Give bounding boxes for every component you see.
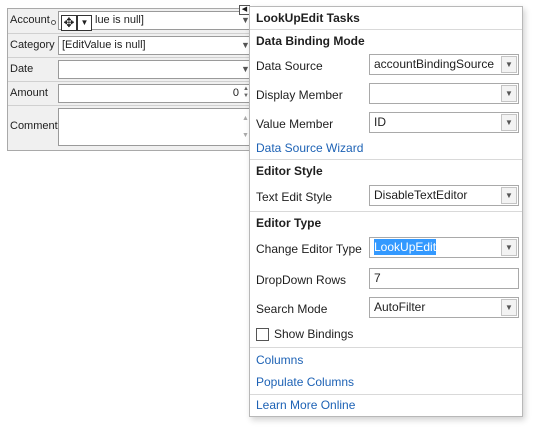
field-row-account: Account lue is null] ▼ <box>8 9 260 33</box>
designer-form: Account lue is null] ▼ Category [EditVal… <box>7 8 260 152</box>
section-data-binding-mode: Data Binding Mode <box>256 34 365 48</box>
lookupedit-tasks-panel: LookUpEdit Tasks Data Binding Mode Data … <box>249 6 523 417</box>
comment-label: Comment <box>10 120 58 132</box>
field-row-category: Category [EditValue is null] ▼ <box>8 33 260 57</box>
divider <box>250 211 522 212</box>
category-value: [EditValue is null] <box>62 39 146 51</box>
change-editor-type-combo[interactable]: LookUpEdit ▼ <box>369 237 519 258</box>
value-member-label: Value Member <box>256 117 334 131</box>
chevron-down-icon[interactable]: ▼ <box>501 85 517 102</box>
section-editor-type: Editor Type <box>256 216 322 230</box>
search-mode-value: AutoFilter <box>374 300 426 314</box>
search-mode-combo[interactable]: AutoFilter ▼ <box>369 297 519 318</box>
category-lookup-edit[interactable]: [EditValue is null] ▼ <box>58 36 253 55</box>
populate-columns-link[interactable]: Populate Columns <box>256 375 354 389</box>
dropdown-rows-label: DropDown Rows <box>256 273 347 287</box>
category-label: Category <box>10 39 55 51</box>
show-bindings-checkbox[interactable] <box>256 328 269 341</box>
text-edit-style-value: DisableTextEditor <box>374 188 468 202</box>
smart-tag-arrow-icon[interactable]: ▼ <box>77 15 92 31</box>
chevron-down-icon[interactable]: ▼ <box>501 114 517 131</box>
data-source-value: accountBindingSource <box>374 57 495 71</box>
text-edit-style-label: Text Edit Style <box>256 190 333 204</box>
show-bindings-label: Show Bindings <box>274 327 354 341</box>
field-row-date: Date ▼ <box>8 57 260 81</box>
section-editor-style: Editor Style <box>256 164 323 178</box>
dropdown-rows-input[interactable]: 7 <box>369 268 519 289</box>
value-member-value: ID <box>374 115 386 129</box>
display-member-label: Display Member <box>256 88 343 102</box>
amount-label: Amount <box>10 87 48 99</box>
display-member-combo[interactable]: ▼ <box>369 83 519 104</box>
amount-spin-edit[interactable]: 0 ▲ ▼ <box>58 84 253 103</box>
panel-title: LookUpEdit Tasks <box>256 11 360 25</box>
divider <box>250 394 522 395</box>
chevron-down-icon[interactable]: ▼ <box>501 299 517 316</box>
divider <box>250 29 522 30</box>
data-source-wizard-link[interactable]: Data Source Wizard <box>256 141 363 155</box>
divider <box>250 347 522 348</box>
comment-memo-edit[interactable]: ▲ ▼ <box>58 108 253 146</box>
selection-grip-icon[interactable] <box>51 20 56 25</box>
columns-link[interactable]: Columns <box>256 353 303 367</box>
value-member-combo[interactable]: ID ▼ <box>369 112 519 133</box>
amount-value: 0 <box>232 87 239 99</box>
dropdown-rows-value: 7 <box>374 271 381 285</box>
account-value: lue is null] <box>95 14 144 26</box>
chevron-down-icon[interactable]: ▼ <box>501 239 517 256</box>
search-mode-label: Search Mode <box>256 302 328 316</box>
change-editor-type-value: LookUpEdit <box>374 239 437 255</box>
move-cross-icon[interactable]: ✥ <box>61 15 77 31</box>
data-source-combo[interactable]: accountBindingSource ▼ <box>369 54 519 75</box>
change-editor-type-label: Change Editor Type <box>256 242 362 256</box>
date-label: Date <box>10 63 34 75</box>
data-source-label: Data Source <box>256 59 323 73</box>
field-row-comment: Comment ▲ ▼ <box>8 105 260 152</box>
learn-more-online-link[interactable]: Learn More Online <box>256 398 355 412</box>
date-edit[interactable]: ▼ <box>58 60 253 79</box>
chevron-down-icon[interactable]: ▼ <box>501 56 517 73</box>
field-row-amount: Amount 0 ▲ ▼ <box>8 81 260 105</box>
chevron-down-icon[interactable]: ▼ <box>501 187 517 204</box>
text-edit-style-combo[interactable]: DisableTextEditor ▼ <box>369 185 519 206</box>
divider <box>250 159 522 160</box>
account-label: Account <box>10 14 50 26</box>
